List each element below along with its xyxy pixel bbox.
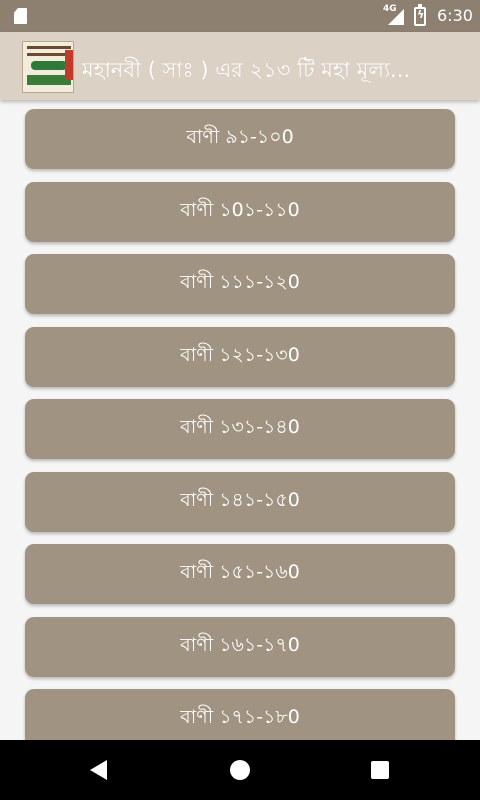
battery-charging-icon	[414, 4, 426, 26]
range-button-121-130[interactable]: বাণী ১২১-১৩0	[25, 327, 455, 387]
signal-icon	[388, 9, 404, 25]
hadith-range-list[interactable]: বাণী ৯১-১০0 বাণী ১0১-১১0 বাণী ১১১-১২0 বা…	[0, 100, 480, 740]
navigation-bar	[0, 740, 480, 800]
home-icon[interactable]	[230, 760, 250, 780]
app-logo-icon	[22, 41, 74, 93]
range-button-151-160[interactable]: বাণী ১৫১-১৬0	[25, 544, 455, 604]
range-button-101-110[interactable]: বাণী ১0১-১১0	[25, 182, 455, 242]
range-button-171-180[interactable]: বাণী ১৭১-১৮0	[25, 689, 455, 740]
back-icon[interactable]	[90, 760, 107, 780]
range-button-141-150[interactable]: বাণী ১৪১-১৫0	[25, 472, 455, 532]
app-title: মহানবী ( সাঃ ) এর ২১৩ টি মহা মূল্য...	[82, 58, 411, 82]
status-bar: 4G 6:30	[0, 0, 480, 32]
recents-icon[interactable]	[371, 761, 389, 779]
sd-card-icon	[14, 8, 27, 24]
range-button-91-100[interactable]: বাণী ৯১-১০0	[25, 109, 455, 169]
range-button-131-140[interactable]: বাণী ১৩১-১৪0	[25, 399, 455, 459]
range-button-161-170[interactable]: বাণী ১৬১-১৭0	[25, 617, 455, 677]
app-bar: মহানবী ( সাঃ ) এর ২১৩ টি মহা মূল্য...	[0, 32, 480, 100]
status-time: 6:30	[437, 6, 473, 25]
range-button-111-120[interactable]: বাণী ১১১-১২0	[25, 254, 455, 314]
